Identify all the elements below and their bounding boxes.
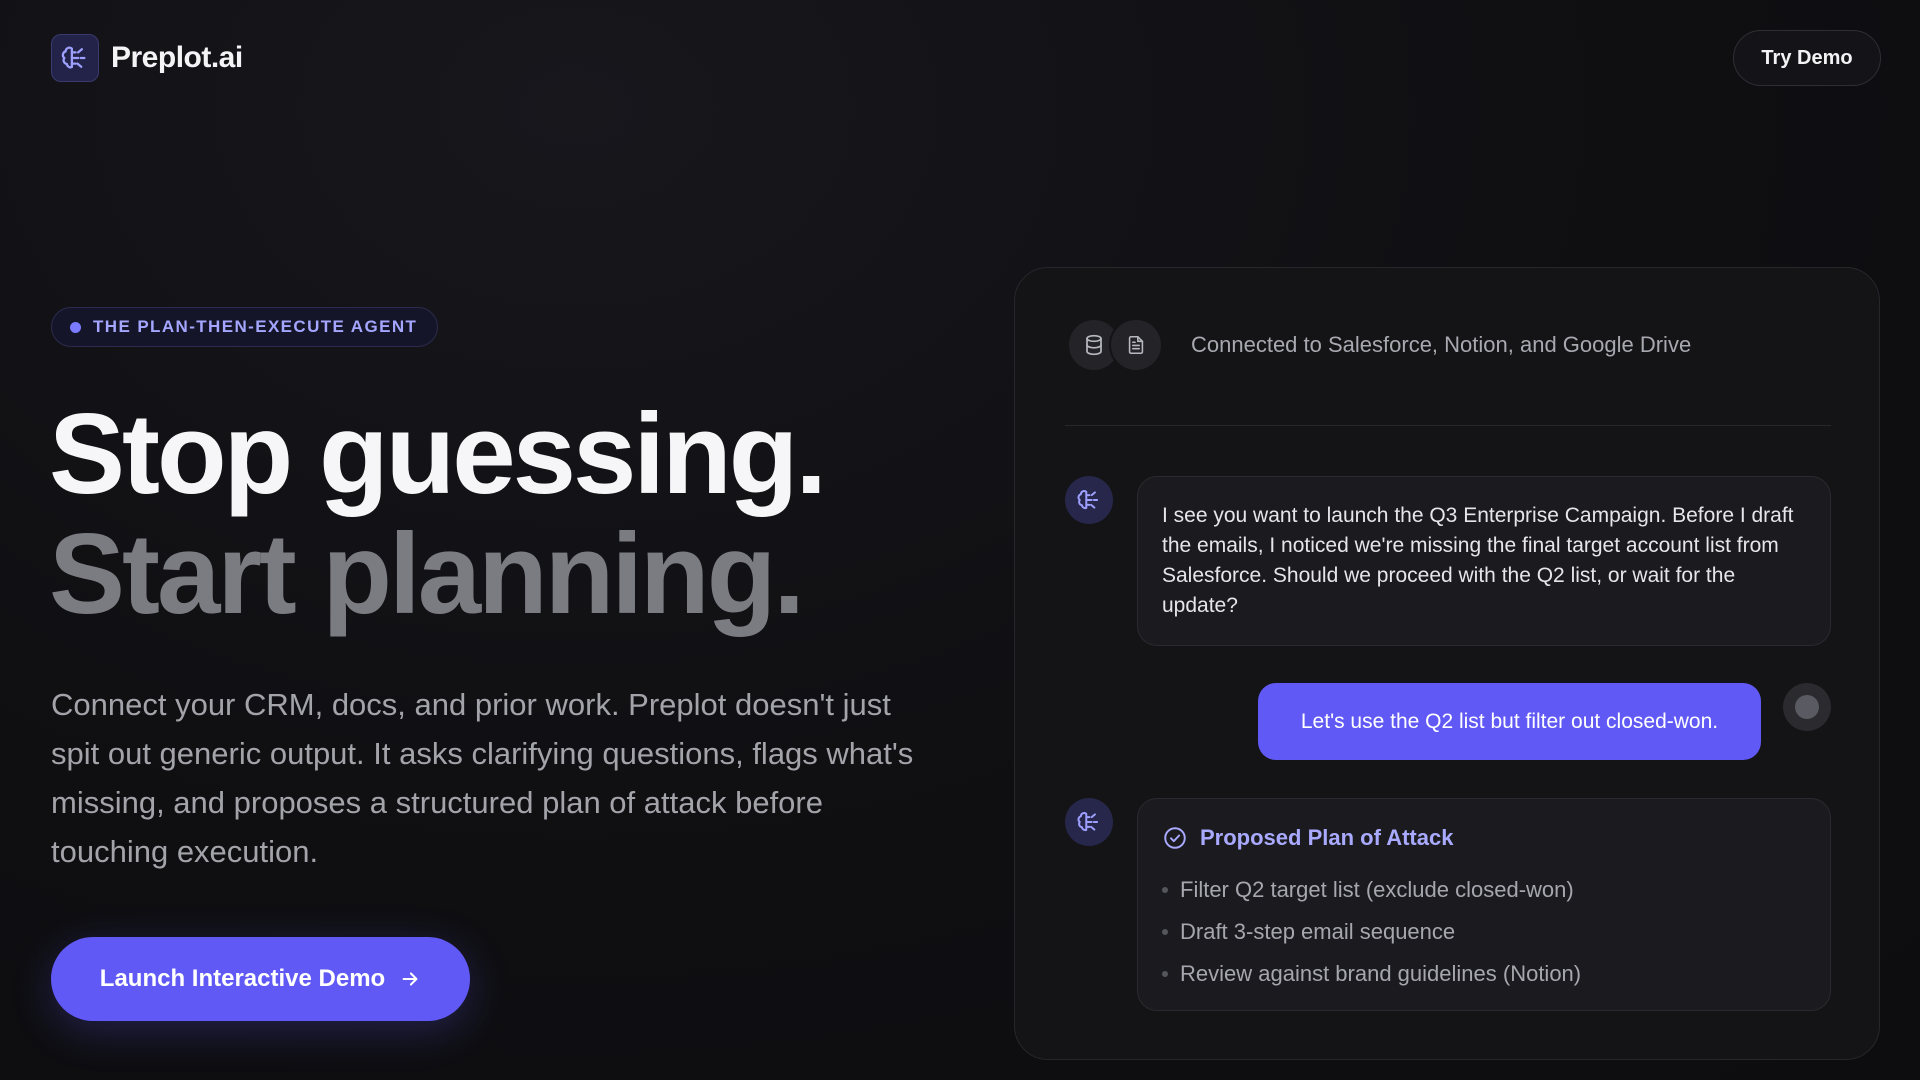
- brand-logo[interactable]: Preplot.ai: [51, 34, 243, 82]
- chat-preview-panel: Connected to Salesforce, Notion, and Goo…: [1014, 267, 1880, 1060]
- hero-description: Connect your CRM, docs, and prior work. …: [51, 687, 914, 869]
- user-avatar: [1783, 683, 1831, 731]
- user-message: Let's use the Q2 list but filter out clo…: [1258, 683, 1761, 760]
- launch-demo-label: Launch Interactive Demo: [99, 965, 386, 992]
- launch-demo-button[interactable]: Launch Interactive Demo: [51, 937, 470, 1021]
- brain-icon: [1077, 812, 1099, 832]
- connections-row: Connected to Salesforce, Notion, and Goo…: [1067, 318, 1691, 372]
- headline-line-2: Start planning.: [49, 511, 805, 638]
- arrow-right-icon: [402, 972, 418, 986]
- badge-text: THE PLAN-THEN-EXECUTE AGENT: [93, 317, 418, 336]
- brand-name: Preplot.ai: [111, 41, 243, 74]
- badge-dot: [70, 321, 81, 333]
- connected-status: Connected to Salesforce, Notion, and Goo…: [1191, 332, 1692, 357]
- check-circle-icon: [1164, 827, 1186, 849]
- try-demo-button[interactable]: Try Demo: [1733, 30, 1881, 86]
- plan-card: Proposed Plan of Attack Filter Q2 target…: [1137, 798, 1831, 1011]
- plan-step-text: Draft 3-step email sequence: [1180, 919, 1456, 944]
- document-icon: [1109, 318, 1163, 372]
- plan-step: Review against brand guidelines (Notion): [1162, 953, 1806, 995]
- plan-step-text: Review against brand guidelines (Notion): [1180, 961, 1582, 986]
- top-nav: Preplot.ai Try Demo: [0, 0, 1920, 118]
- plan-step: Draft 3-step email sequence: [1162, 911, 1806, 953]
- plan-title-text: Proposed Plan of Attack: [1200, 825, 1454, 850]
- assistant-message: I see you want to launch the Q3 Enterpri…: [1137, 476, 1831, 646]
- plan-step: Filter Q2 target list (exclude closed-wo…: [1162, 869, 1806, 911]
- hero-headline: Stop guessing. Start planning.: [49, 391, 827, 638]
- assistant-avatar: [1065, 798, 1113, 846]
- brain-icon: [1077, 490, 1099, 510]
- hero-badge: THE PLAN-THEN-EXECUTE AGENT: [51, 307, 439, 347]
- bullet: [1162, 929, 1168, 935]
- brain-icon: [51, 34, 99, 82]
- headline-line-1: Stop guessing.: [49, 391, 827, 518]
- plan-steps: Filter Q2 target list (exclude closed-wo…: [1162, 869, 1806, 995]
- bullet: [1162, 887, 1168, 893]
- bullet: [1162, 971, 1168, 977]
- user-avatar-dot: [1795, 695, 1819, 719]
- plan-title: Proposed Plan of Attack: [1162, 825, 1806, 851]
- plan-step-text: Filter Q2 target list (exclude closed-wo…: [1180, 877, 1574, 902]
- assistant-avatar: [1065, 476, 1113, 524]
- panel-divider: [1065, 425, 1831, 426]
